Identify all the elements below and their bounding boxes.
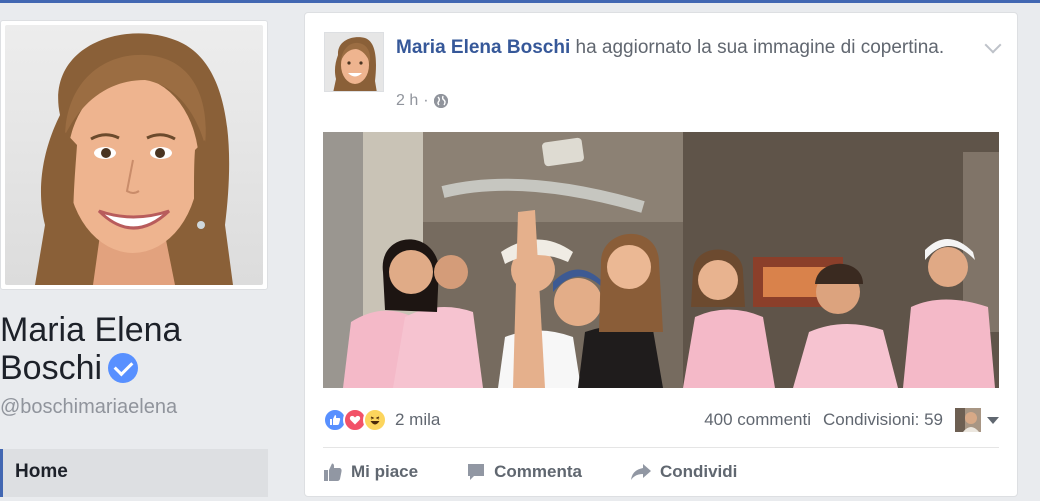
avatar-image — [325, 33, 383, 91]
globe-icon[interactable] — [433, 94, 448, 108]
comments-count[interactable]: 400 commenti — [704, 410, 811, 430]
post-timestamp[interactable]: 2 h — [396, 92, 418, 110]
profile-picture[interactable] — [5, 25, 263, 285]
reaction-count[interactable]: 2 mila — [395, 410, 440, 430]
comment-button-label: Commenta — [494, 462, 582, 481]
page-name[interactable]: Maria Elena Boschi — [0, 311, 280, 387]
share-button[interactable]: Condividi — [630, 462, 737, 482]
reaction-icons[interactable] — [323, 408, 387, 432]
cover-photo-image — [323, 132, 999, 388]
like-button[interactable]: Mi piace — [323, 462, 418, 482]
shares-count[interactable]: Condivisioni: 59 — [823, 410, 943, 430]
post-card: Maria Elena Boschi ha aggiornato la sua … — [304, 12, 1018, 497]
caret-down-icon[interactable] — [987, 416, 999, 424]
profile-sidebar: Maria Elena Boschi @boschimariaelena Hom… — [0, 3, 285, 501]
page-username[interactable]: @boschimariaelena — [0, 396, 177, 419]
meta-separator: · — [423, 92, 429, 109]
verified-badge-icon — [108, 353, 139, 383]
actions-divider — [323, 447, 999, 448]
comment-button[interactable]: Commenta — [466, 462, 582, 482]
share-button-label: Condividi — [659, 462, 738, 481]
reactions-row: 2 mila 400 commenti Condivisioni: 59 — [323, 405, 999, 435]
share-arrow-icon — [630, 464, 651, 480]
post-action-text: ha aggiornato la sua immagine di coperti… — [570, 37, 945, 58]
page-name-text[interactable]: Maria Elena Boschi — [0, 311, 181, 387]
profile-picture-image — [5, 25, 263, 285]
share-as-avatar-image — [955, 408, 981, 432]
post-meta: 2 h · — [396, 92, 448, 110]
chevron-down-icon[interactable] — [984, 36, 1002, 54]
post-action-bar: Mi piace Commenta Condividi — [323, 457, 999, 487]
love-icon-svg — [349, 415, 361, 425]
post-author-link[interactable]: Maria Elena Boschi — [396, 37, 570, 58]
thumbs-up-icon — [324, 463, 342, 481]
sidebar-item-home[interactable]: Home — [0, 449, 268, 497]
profile-picture-frame[interactable] — [0, 20, 268, 290]
haha-icon — [363, 408, 387, 432]
share-as-avatar[interactable] — [955, 408, 981, 432]
comment-bubble-icon — [468, 464, 485, 480]
post-author-avatar[interactable] — [324, 32, 384, 92]
post-stats: 400 commenti Condivisioni: 59 — [704, 408, 999, 432]
post-header: Maria Elena Boschi ha aggiornato la sua … — [396, 33, 956, 62]
globe-icon-svg — [433, 94, 448, 108]
like-icon-svg — [330, 415, 341, 425]
like-button-label: Mi piace — [351, 462, 419, 481]
haha-icon-svg — [370, 416, 380, 425]
cover-photo[interactable] — [323, 132, 999, 388]
